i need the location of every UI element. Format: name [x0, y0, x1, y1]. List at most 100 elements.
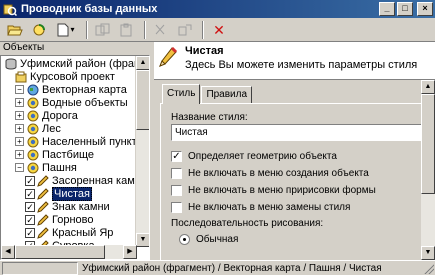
- option-exclude-draw-form-menu[interactable]: Не включать в меню пририсовки формы: [171, 184, 376, 197]
- tree-item[interactable]: − Пашня: [15, 161, 77, 174]
- scroll-thumb[interactable]: [136, 70, 149, 130]
- tree-item[interactable]: ✓ Чистая: [25, 186, 92, 201]
- tree-horizontal-scrollbar[interactable]: ◀ ▶: [1, 245, 137, 259]
- tree-item[interactable]: + Водные объекты: [15, 96, 128, 109]
- chevron-down-icon: ▾: [70, 25, 75, 34]
- style-title: Чистая: [185, 45, 224, 57]
- tab-rules[interactable]: Правила: [201, 86, 253, 104]
- paste-icon: [120, 23, 132, 36]
- title-bar[interactable]: Проводник базы данных _ □ ×: [0, 0, 435, 18]
- tree-item-label: Векторная карта: [42, 83, 127, 96]
- tree-vertical-scrollbar[interactable]: ▲ ▼: [135, 56, 149, 247]
- scroll-thumb[interactable]: [15, 245, 105, 259]
- tree-item[interactable]: Курсовой проект: [15, 70, 115, 83]
- scroll-right-button[interactable]: ▶: [123, 245, 137, 259]
- tree-item[interactable]: ✓ Засоренная камн: [25, 174, 141, 187]
- tree-item-label: Населенный пункт: [42, 135, 137, 148]
- objects-panel: Объекты Уфимский район (фрагмент)Курсово…: [0, 42, 150, 260]
- visibility-checkbox[interactable]: ✓: [25, 227, 35, 238]
- scroll-left-button[interactable]: ◀: [1, 245, 15, 259]
- option-label: Не включать в меню создания объекта: [188, 168, 369, 179]
- option-exclude-replace-style-menu[interactable]: Не включать в меню замены стиля: [171, 201, 350, 214]
- pencil-icon: [37, 187, 49, 200]
- resize-grip-icon[interactable]: [422, 262, 434, 274]
- status-path: Уфимский район (фрагмент) / Векторная ка…: [82, 263, 382, 274]
- scroll-thumb[interactable]: [421, 94, 435, 194]
- option-checkbox[interactable]: ✓: [171, 151, 182, 162]
- sequence-option-normal[interactable]: Обычная: [179, 234, 238, 245]
- sequence-option-label: Обычная: [196, 234, 239, 245]
- tree-item-label: Засоренная камн: [52, 174, 141, 187]
- tree-item[interactable]: − Векторная карта: [15, 83, 127, 96]
- paste-button[interactable]: [116, 20, 138, 40]
- scroll-up-button[interactable]: ▲: [421, 80, 435, 94]
- pencil-icon: [37, 200, 49, 213]
- pencil-icon: [37, 226, 49, 239]
- delete-icon: ✕: [213, 21, 225, 38]
- folder-icon: [27, 110, 39, 122]
- tree-item-label: Чистая: [52, 186, 92, 201]
- visibility-checkbox[interactable]: ✓: [25, 188, 35, 199]
- close-button[interactable]: ×: [417, 2, 433, 16]
- radio-button[interactable]: [179, 234, 190, 245]
- copy-button[interactable]: [92, 20, 114, 40]
- toolbar-separator: [144, 20, 146, 39]
- style-name-label: Название стиля:: [171, 112, 248, 123]
- visibility-checkbox[interactable]: ✓: [25, 214, 35, 225]
- scroll-up-button[interactable]: ▲: [136, 56, 149, 70]
- scroll-down-button[interactable]: ▼: [421, 246, 435, 260]
- tree-item-label: Пастбище: [42, 148, 95, 161]
- tree-item[interactable]: Уфимский район (фрагмент): [5, 57, 149, 70]
- option-checkbox[interactable]: [171, 168, 182, 179]
- expand-icon[interactable]: +: [15, 111, 24, 120]
- object-tree[interactable]: Уфимский район (фрагмент)Курсовой проект…: [0, 55, 150, 260]
- tab-style[interactable]: Стиль: [162, 84, 201, 104]
- expand-icon[interactable]: +: [15, 124, 24, 133]
- copy-icon: [95, 23, 110, 35]
- cut-button[interactable]: [150, 20, 172, 40]
- toolbar-separator: [86, 20, 88, 39]
- delete-button[interactable]: ✕: [208, 20, 230, 40]
- tree-item[interactable]: + Дорога: [15, 109, 78, 122]
- folder-icon: [27, 162, 39, 174]
- style-name-input[interactable]: Чистая: [171, 124, 433, 141]
- tree-item[interactable]: ✓ Красный Яр: [25, 226, 113, 239]
- tree-item[interactable]: + Лес: [15, 122, 61, 135]
- collapse-icon[interactable]: −: [15, 163, 24, 172]
- database-explorer-icon: [3, 2, 18, 17]
- status-bar: Уфимский район (фрагмент) / Векторная ка…: [0, 260, 435, 275]
- option-checkbox[interactable]: [171, 202, 182, 213]
- pencil-icon: [37, 174, 49, 187]
- tree-item[interactable]: + Пастбище: [15, 148, 94, 161]
- move-button[interactable]: [174, 20, 196, 40]
- tree-item[interactable]: ✓ Горново: [25, 213, 94, 226]
- move-icon: [178, 24, 192, 35]
- folder-icon: [27, 123, 39, 135]
- maximize-button[interactable]: □: [397, 2, 413, 16]
- visibility-checkbox[interactable]: ✓: [25, 201, 35, 212]
- cut-icon: [155, 24, 165, 34]
- scroll-down-button[interactable]: ▼: [136, 233, 149, 247]
- option-exclude-create-menu[interactable]: Не включать в меню создания объекта: [171, 167, 369, 180]
- style-properties-panel: Чистая Здесь Вы можете изменить параметр…: [154, 42, 435, 260]
- tree-item[interactable]: ✓ Знак камни: [25, 200, 110, 213]
- refresh-button[interactable]: [28, 20, 50, 40]
- option-checkbox[interactable]: [171, 185, 182, 196]
- objects-panel-header: Объекты: [3, 42, 45, 53]
- window-title: Проводник базы данных: [21, 3, 158, 15]
- expand-icon[interactable]: +: [15, 98, 24, 107]
- expand-icon[interactable]: +: [15, 137, 24, 146]
- properties-vertical-scrollbar[interactable]: ▲ ▼: [421, 80, 435, 260]
- option-defines-geometry[interactable]: ✓ Определяет геометрию объекта: [171, 150, 337, 163]
- minimize-button[interactable]: _: [379, 2, 395, 16]
- tree-item-label: Лес: [42, 122, 61, 135]
- tree-item[interactable]: + Населенный пункт: [15, 135, 137, 148]
- expand-icon[interactable]: +: [15, 150, 24, 159]
- style-header: Чистая Здесь Вы можете изменить параметр…: [154, 42, 435, 80]
- folder-icon: [27, 149, 39, 161]
- tree-item-label: Красный Яр: [52, 226, 114, 239]
- open-database-button[interactable]: [4, 20, 26, 40]
- collapse-icon[interactable]: −: [15, 85, 24, 94]
- new-item-button[interactable]: ▾: [52, 20, 80, 40]
- visibility-checkbox[interactable]: ✓: [25, 175, 35, 186]
